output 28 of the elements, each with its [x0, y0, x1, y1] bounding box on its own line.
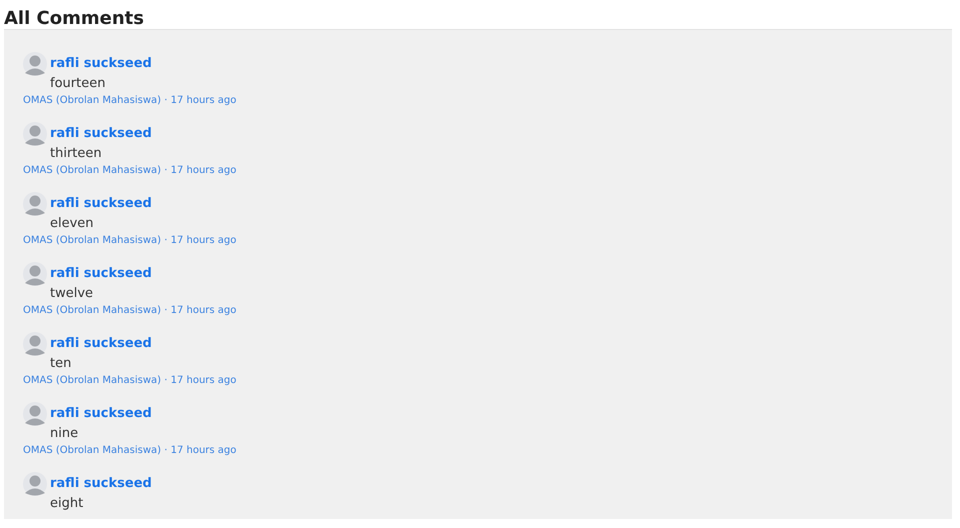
comment-meta-link[interactable]: OMAS (Obrolan Mahasiswa) · 17 hours ago: [23, 234, 236, 248]
author-link[interactable]: rafli suckseed: [50, 334, 152, 354]
comment-text: fourteen: [50, 75, 106, 93]
comment-meta-link[interactable]: OMAS (Obrolan Mahasiswa) · 17 hours ago: [23, 374, 236, 388]
author-link[interactable]: rafli suckseed: [50, 194, 152, 214]
author-link[interactable]: rafli suckseed: [50, 54, 152, 74]
avatar-icon: [23, 472, 47, 496]
page-title: All Comments: [3, 7, 145, 29]
author-link[interactable]: rafli suckseed: [50, 264, 152, 284]
comment-meta-link[interactable]: OMAS (Obrolan Mahasiswa) · 17 hours ago: [23, 94, 236, 108]
comment-meta-link[interactable]: OMAS (Obrolan Mahasiswa) · 17 hours ago: [23, 164, 236, 178]
avatar-icon: [23, 192, 47, 216]
comment-meta-link[interactable]: OMAS (Obrolan Mahasiswa) · 17 hours ago: [23, 444, 236, 458]
comment-meta-link[interactable]: OMAS (Obrolan Mahasiswa) · 17 hours ago: [23, 304, 236, 318]
comment-text: ten: [50, 355, 72, 373]
author-link[interactable]: rafli suckseed: [50, 124, 152, 144]
author-link[interactable]: rafli suckseed: [50, 474, 152, 494]
avatar-icon: [23, 122, 47, 146]
avatar-icon: [23, 402, 47, 426]
comment-text: twelve: [50, 285, 94, 303]
comment-text: thirteen: [50, 145, 102, 163]
avatar-icon: [23, 262, 47, 286]
avatar-icon: [23, 52, 47, 76]
comment-text: eleven: [50, 215, 94, 233]
author-link[interactable]: rafli suckseed: [50, 404, 152, 424]
comment-text: nine: [50, 425, 78, 443]
avatar-icon: [23, 332, 47, 356]
comment-text: eight: [50, 495, 84, 513]
